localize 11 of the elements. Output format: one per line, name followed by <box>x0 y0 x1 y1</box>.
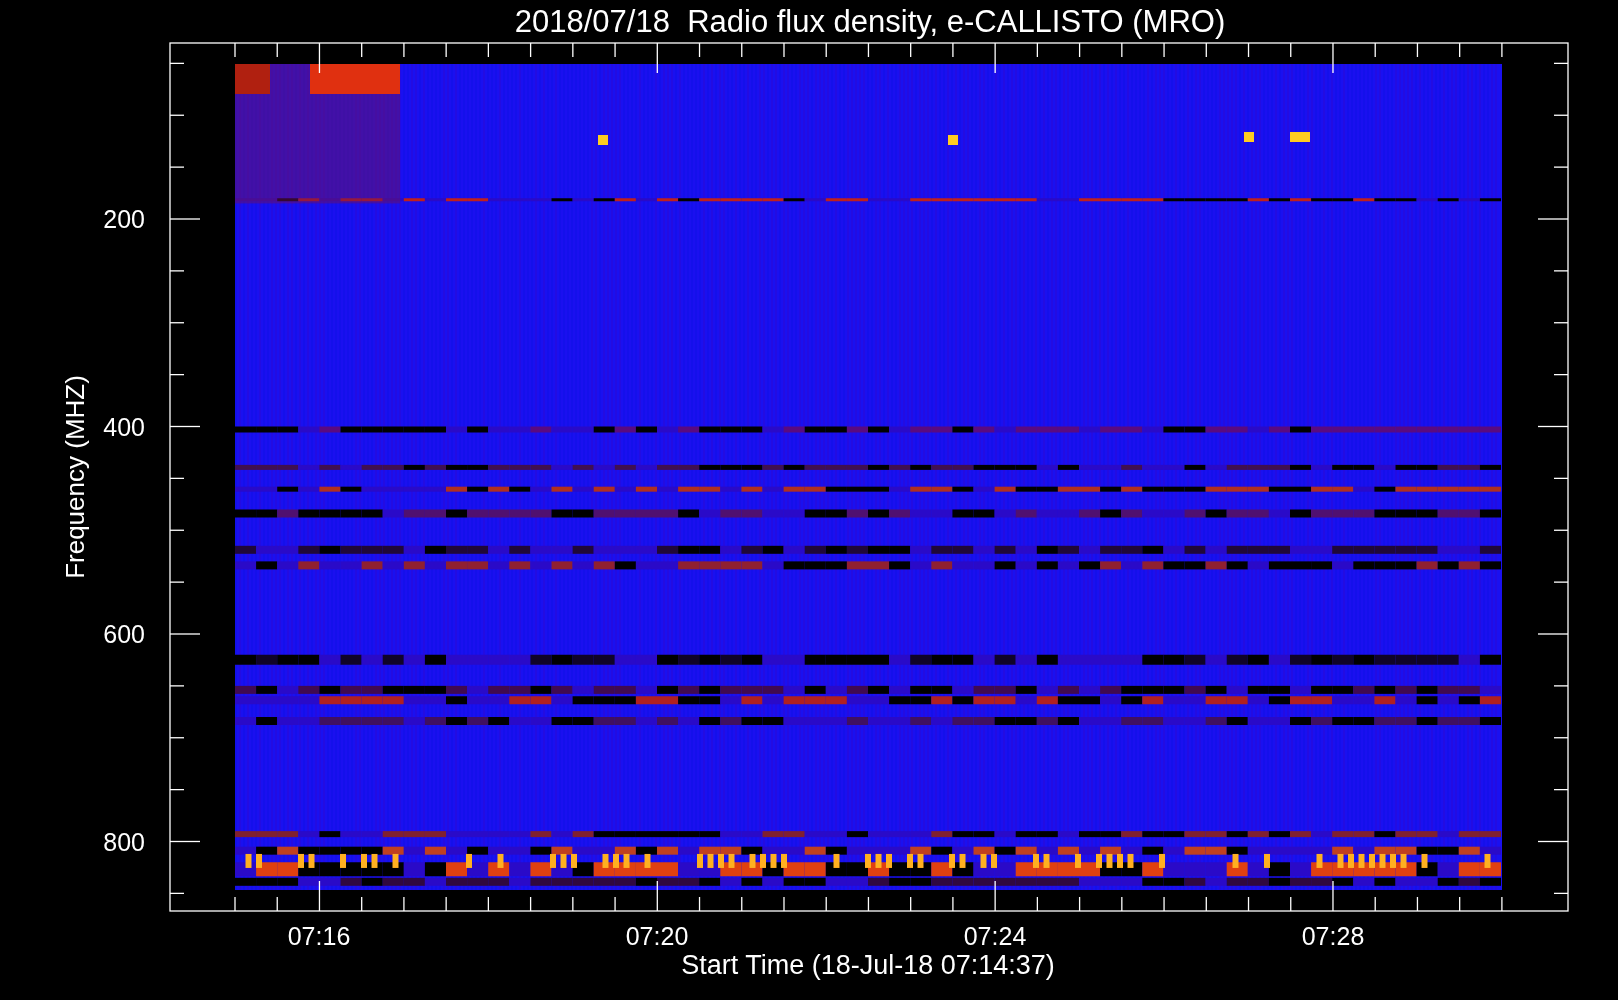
x-axis-title: Start Time (18-Jul-18 07:14:37) <box>681 950 1055 980</box>
y-axis-title: Frequency (MHZ) <box>60 375 90 579</box>
y-tick-label: 400 <box>103 412 145 441</box>
chart-title: 2018/07/18 Radio flux density, e-CALLISTO (MRO) <box>514 4 1226 39</box>
x-tick-label: 07:20 <box>625 922 689 950</box>
y-tick-label: 800 <box>103 827 145 856</box>
y-tick-label: 600 <box>103 620 145 648</box>
x-tick-label: 07:28 <box>1301 922 1365 950</box>
x-tick-label: 07:24 <box>963 922 1027 950</box>
x-tick-label: 07:16 <box>287 922 351 950</box>
y-tick-label: 200 <box>103 205 145 233</box>
